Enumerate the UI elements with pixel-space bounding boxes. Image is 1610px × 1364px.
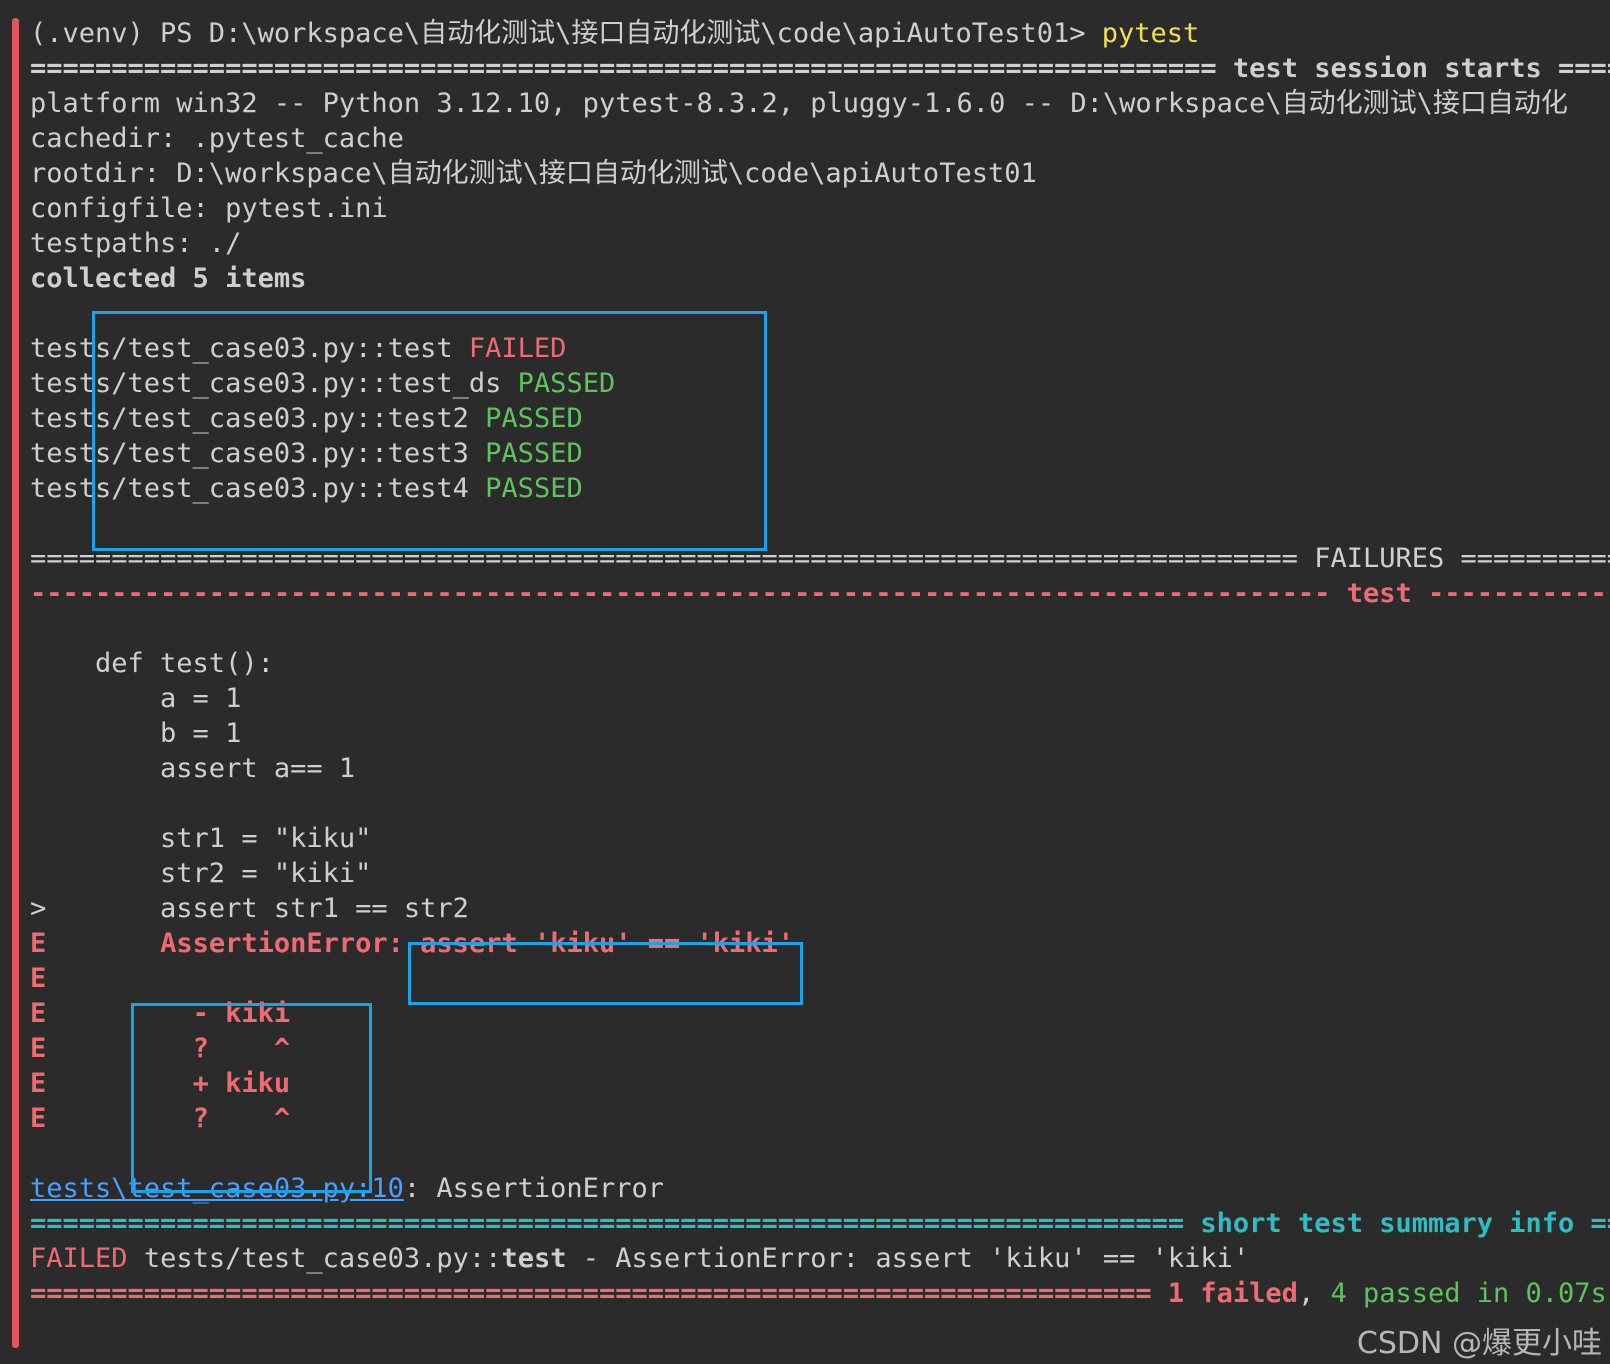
diff-highlight-box <box>131 1003 372 1193</box>
platform-line: platform win32 -- Python 3.12.10, pytest… <box>30 88 1568 119</box>
configfile-line: configfile: pytest.ini <box>30 193 388 224</box>
error-marker: E <box>30 1103 47 1134</box>
session-start-header: ========================================… <box>30 51 1610 87</box>
summary-test-name: test <box>501 1243 567 1274</box>
error-marker: E <box>30 998 47 1029</box>
error-location-type: : AssertionError <box>403 1173 664 1204</box>
code-line: b = 1 <box>30 718 242 749</box>
summary-failed-line: FAILED tests/test_case03.py::test - Asse… <box>30 1241 1249 1277</box>
assertion-highlight-box <box>408 942 803 1005</box>
session-rule-left: ========================================… <box>30 53 1217 84</box>
summary-rule-left: ========================================… <box>30 1208 1185 1239</box>
final-passed-count: 4 passed in 0.07s <box>1330 1278 1607 1309</box>
code-line: str1 = "kiku" <box>30 823 372 854</box>
prompt-line: (.venv) PS D:\workspace\自动化测试\接口自动化测试\co… <box>30 16 1199 52</box>
summary-failed-label: FAILED <box>30 1243 128 1274</box>
error-marker: E <box>30 928 47 959</box>
code-line: a = 1 <box>30 683 242 714</box>
rootdir-line: rootdir: D:\workspace\自动化测试\接口自动化测试\code… <box>30 158 1037 189</box>
code-line-failing: > assert str1 == str2 <box>30 893 469 924</box>
prompt-text: (.venv) PS D:\workspace\自动化测试\接口自动化测试\co… <box>30 18 1086 49</box>
error-marker: E <box>30 963 47 994</box>
assertion-error-label: AssertionError: <box>160 928 404 959</box>
cachedir-line: cachedir: .pytest_cache <box>30 123 404 154</box>
summary-header: ========================================… <box>30 1206 1610 1242</box>
test-section-header: ----------------------------------------… <box>30 576 1610 612</box>
results-highlight-box <box>92 311 767 551</box>
summary-rule-right: ==== <box>1590 1208 1610 1239</box>
summary-test-path: tests/test_case03.py:: <box>143 1243 502 1274</box>
command-text: pytest <box>1101 18 1200 49</box>
test-rule-left: ----------------------------------------… <box>30 578 1331 609</box>
test-section-title: test <box>1346 578 1412 609</box>
terminal-window[interactable]: (.venv) PS D:\workspace\自动化测试\接口自动化测试\co… <box>0 0 1610 1364</box>
final-failed-count: 1 failed <box>1167 1278 1298 1309</box>
final-separator: , <box>1297 1278 1315 1309</box>
final-rule-left: ========================================… <box>30 1278 1152 1309</box>
error-marker: E <box>30 1033 47 1064</box>
collected-line: collected 5 items <box>30 263 307 294</box>
failure-gutter-bar <box>12 18 19 1348</box>
summary-title: short test summary info <box>1200 1208 1575 1239</box>
final-result-line: ========================================… <box>30 1276 1607 1312</box>
failures-rule-right: ========== <box>1460 543 1610 574</box>
code-line: assert a== 1 <box>30 753 356 784</box>
summary-failed-message: - AssertionError: assert 'kiku' == 'kiki… <box>566 1243 1250 1274</box>
session-title: test session starts <box>1232 53 1542 84</box>
csdn-watermark: CSDN @爆更小哇 <box>1356 1326 1602 1361</box>
error-marker: E <box>30 1068 47 1099</box>
code-line: str2 = "kiki" <box>30 858 372 889</box>
test-rule-right: ------------- <box>1428 578 1610 609</box>
code-line: def test(): <box>30 648 274 679</box>
failures-title: FAILURES <box>1314 543 1445 574</box>
error-line: E <box>30 961 46 997</box>
session-rule-right: ====== <box>1558 53 1610 84</box>
testpaths-line: testpaths: ./ <box>30 228 242 259</box>
